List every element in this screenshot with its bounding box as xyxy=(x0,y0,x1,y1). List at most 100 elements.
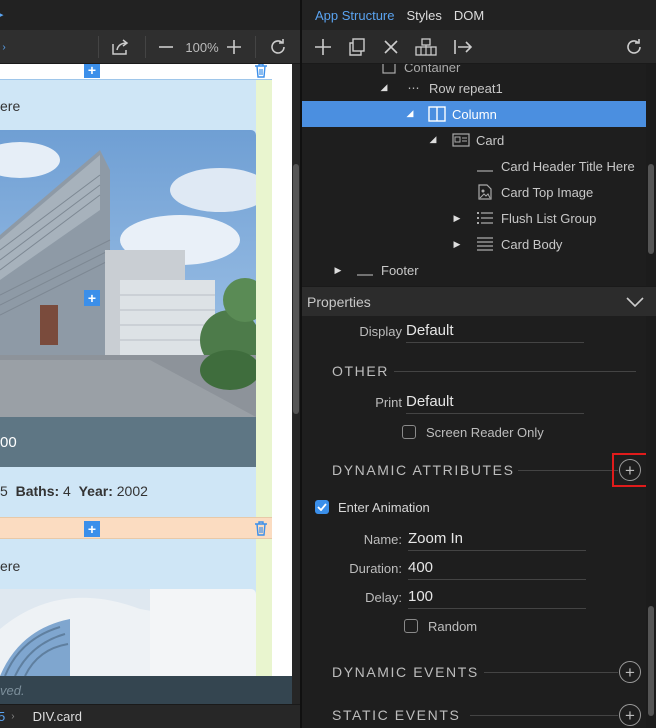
tree-item-label: Flush List Group xyxy=(501,210,597,226)
trash-icon[interactable] xyxy=(254,521,268,536)
chevron-right-icon[interactable]: › xyxy=(0,30,8,64)
design-toolbar: › 100% xyxy=(0,30,300,64)
expand-arrow-icon[interactable]: ▶ xyxy=(333,265,343,275)
year-label: Year: xyxy=(78,483,113,499)
random-checkbox[interactable] xyxy=(404,619,418,633)
insert-row xyxy=(0,64,272,80)
section-title-text: DYNAMIC EVENTS xyxy=(332,664,479,680)
app-window: ▸ › 100% + ere + 00 5 Baths: 4 Year: 200… xyxy=(0,0,656,728)
zoom-in-icon[interactable] xyxy=(222,30,246,64)
statusbar: 5 › DIV.card xyxy=(0,704,300,728)
breadcrumb-item[interactable]: 5 xyxy=(0,709,5,724)
share-icon[interactable] xyxy=(106,30,134,64)
unwrap-icon[interactable] xyxy=(450,30,476,64)
card-top-image xyxy=(0,130,256,417)
card-top-image xyxy=(0,589,256,676)
structure-tree: Container ◢ ⋯ Row repeat1 ◢ Column ◢ Car… xyxy=(302,64,646,286)
tree-item-column[interactable]: ◢ Column xyxy=(302,101,646,127)
refresh-icon[interactable] xyxy=(264,30,292,64)
collapse-arrow-icon[interactable]: ◢ xyxy=(379,82,389,92)
insert-plus-icon[interactable]: + xyxy=(84,521,100,537)
section-static-events-title: STATIC EVENTS xyxy=(332,706,460,724)
tree-item-label: Container xyxy=(404,64,461,75)
design-view: ▸ › 100% + ere + 00 5 Baths: 4 Year: 200… xyxy=(0,0,300,728)
panel-tabs: App Structure Styles DOM xyxy=(302,0,656,30)
trash-icon[interactable] xyxy=(254,64,268,78)
refresh-icon[interactable] xyxy=(620,30,648,64)
zoom-out-icon[interactable] xyxy=(154,30,178,64)
tree-item-row-repeat[interactable]: ◢ ⋯ Row repeat1 xyxy=(302,75,646,101)
properties-scrollbar[interactable] xyxy=(646,316,656,728)
screen-reader-checkbox[interactable] xyxy=(402,425,416,439)
card-header-title: ere xyxy=(0,98,21,114)
section-title-text: OTHER xyxy=(332,363,389,379)
print-label: Print xyxy=(375,395,402,410)
text-block-icon xyxy=(476,236,494,252)
row-dots-icon: ⋯ xyxy=(407,81,421,95)
tree-item-label: Card Header Title Here xyxy=(501,158,635,174)
tree-item-footer[interactable]: ▶ Footer xyxy=(302,257,646,283)
print-select[interactable]: Default xyxy=(406,392,584,414)
scrollbar-thumb[interactable] xyxy=(648,606,654,716)
wrap-icon[interactable] xyxy=(412,30,440,64)
display-select[interactable]: Default xyxy=(406,321,584,343)
delay-input[interactable]: 100 xyxy=(408,587,586,609)
collapse-arrow-icon[interactable]: ◢ xyxy=(428,134,438,144)
section-divider xyxy=(518,470,618,471)
card-icon xyxy=(452,132,470,148)
enter-animation-checkbox[interactable] xyxy=(315,500,329,514)
tree-item-card[interactable]: ◢ Card xyxy=(302,127,646,153)
section-title-text: DYNAMIC ATTRIBUTES xyxy=(332,462,515,478)
tab-styles[interactable]: Styles xyxy=(407,8,442,23)
add-icon[interactable] xyxy=(310,30,336,64)
animation-name-select[interactable]: Zoom In xyxy=(408,529,586,551)
add-dynamic-event-icon[interactable]: + xyxy=(619,661,641,683)
tree-item-label: Footer xyxy=(381,262,419,278)
selected-column-bar[interactable] xyxy=(0,517,272,539)
tab-dom[interactable]: DOM xyxy=(454,8,484,23)
image-icon xyxy=(476,184,494,200)
chevron-down-icon[interactable] xyxy=(626,295,644,311)
column-icon xyxy=(428,106,446,122)
duration-label: Duration: xyxy=(349,561,402,576)
chevron-right-icon[interactable]: ▸ xyxy=(0,8,4,21)
tree-item-card-body[interactable]: ▶ Card Body xyxy=(302,231,646,257)
tree-item-card-image[interactable]: Card Top Image xyxy=(302,179,646,205)
breadcrumb-current[interactable]: DIV.card xyxy=(33,709,82,724)
tree-item-label: Row repeat1 xyxy=(429,80,503,96)
properties-header[interactable]: Properties xyxy=(302,286,656,316)
tree-item-list-group[interactable]: ▶ Flush List Group xyxy=(302,205,646,231)
section-divider xyxy=(470,715,618,716)
structure-toolbar xyxy=(302,30,656,64)
expand-arrow-icon[interactable]: ▶ xyxy=(452,239,462,249)
add-static-event-icon[interactable]: + xyxy=(619,704,641,726)
delete-icon[interactable] xyxy=(378,30,404,64)
display-label: Display xyxy=(359,324,402,339)
design-canvas[interactable]: + ere + 00 5 Baths: 4 Year: 2002 + ere xyxy=(0,64,292,676)
list-icon xyxy=(476,210,494,226)
beds-value: 5 xyxy=(0,483,8,499)
duplicate-icon[interactable] xyxy=(344,30,370,64)
expand-arrow-icon[interactable]: ▶ xyxy=(452,213,462,223)
tree-item-label: Card xyxy=(476,132,505,148)
breadcrumb-separator-icon: › xyxy=(11,711,15,722)
enter-animation-label: Enter Animation xyxy=(338,500,430,515)
tab-app-structure[interactable]: App Structure xyxy=(315,8,395,23)
canvas-scrollbar[interactable] xyxy=(292,64,300,704)
card-features: 5 Baths: 4 Year: 2002 xyxy=(0,483,148,499)
duration-input[interactable]: 400 xyxy=(408,558,586,580)
insert-plus-icon[interactable]: + xyxy=(84,290,100,306)
tree-scrollbar[interactable] xyxy=(646,64,656,286)
screen-reader-label: Screen Reader Only xyxy=(426,425,544,440)
zoom-level[interactable]: 100% xyxy=(182,30,222,64)
section-title-text: STATIC EVENTS xyxy=(332,707,461,723)
scrollbar-thumb[interactable] xyxy=(293,164,299,414)
card-header-title: ere xyxy=(0,558,21,574)
card-price-band: 00 xyxy=(0,417,256,467)
insert-plus-icon[interactable]: + xyxy=(84,64,100,78)
design-view-topbar: ▸ xyxy=(0,0,300,30)
year-value: 2002 xyxy=(116,483,148,499)
collapse-arrow-icon[interactable]: ◢ xyxy=(405,108,415,118)
scrollbar-thumb[interactable] xyxy=(648,164,654,254)
tree-item-card-header[interactable]: Card Header Title Here xyxy=(302,153,646,179)
